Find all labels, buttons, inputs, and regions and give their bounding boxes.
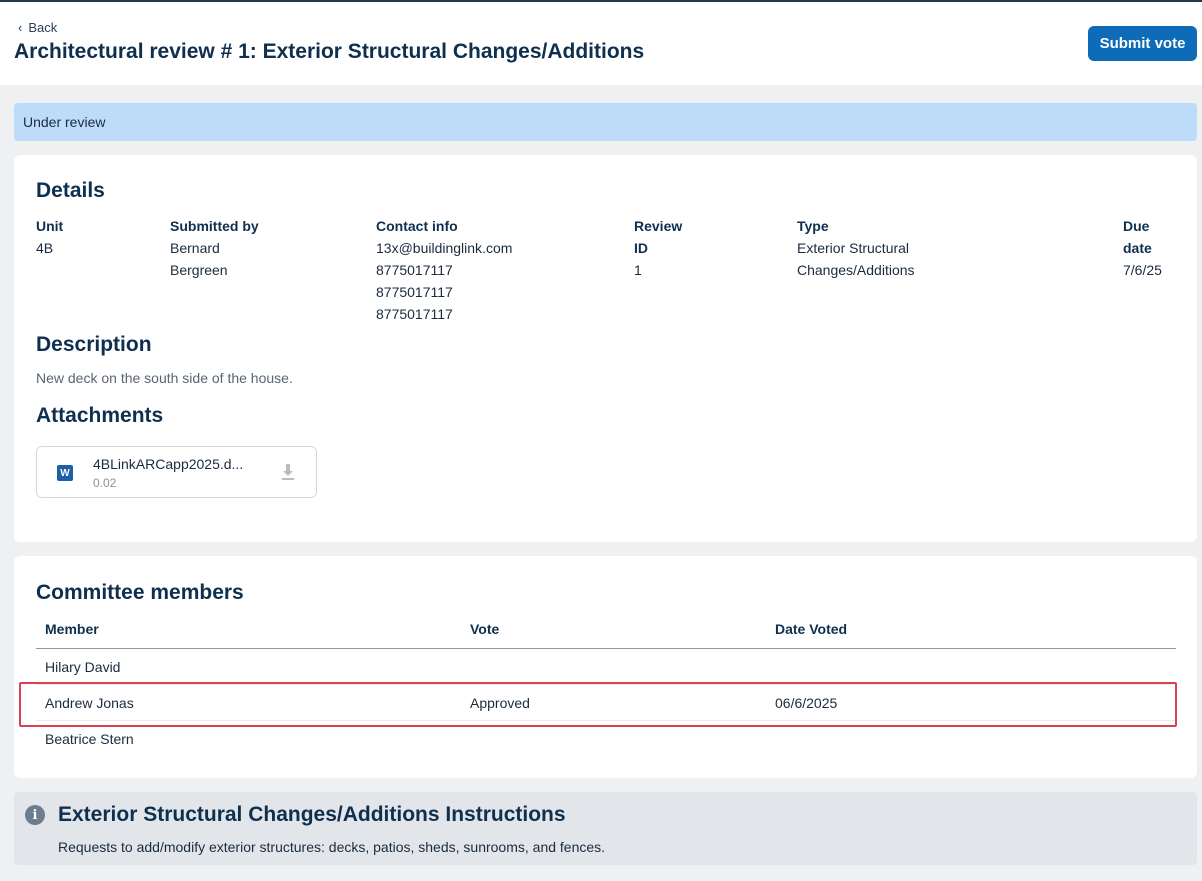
attachment-item[interactable]: W 4BLinkARCapp2025.d... 0.02 (36, 446, 317, 498)
page-header: ‹ Back Architectural review # 1: Exterio… (0, 2, 1202, 85)
submitted-by-line: Bergreen (170, 262, 228, 278)
instructions-panel: i Exterior Structural Changes/Additions … (14, 792, 1197, 865)
due-date-label: date (1123, 240, 1152, 256)
committee-table: Member Vote Date Voted Hilary David Andr… (36, 613, 1176, 757)
submit-vote-button[interactable]: Submit vote (1088, 26, 1197, 61)
download-icon[interactable] (279, 462, 297, 482)
column-header-vote: Vote (470, 621, 500, 637)
unit-value: 4B (36, 240, 54, 256)
instructions-text: Requests to add/modify exterior structur… (58, 839, 606, 855)
review-id-label: ID (634, 240, 648, 256)
details-card: Details Unit 4B Submitted by Bernard Ber… (14, 155, 1197, 542)
type-line: Exterior Structural (797, 240, 910, 256)
chevron-left-icon: ‹ (18, 20, 23, 35)
back-label: Back (28, 20, 58, 35)
review-id-label: Review (634, 218, 683, 234)
unit-column: Unit 4B (36, 215, 63, 259)
attachment-file-size: 0.02 (93, 476, 117, 490)
table-row[interactable]: Andrew Jonas Approved 06/6/2025 (36, 685, 1176, 721)
submitted-by-column: Submitted by Bernard Bergreen (170, 215, 259, 281)
info-icon: i (25, 805, 45, 825)
type-line: Changes/Additions (797, 262, 915, 278)
instructions-title: Exterior Structural Changes/Additions In… (58, 803, 566, 826)
table-row[interactable]: Hilary David (36, 649, 1176, 685)
page-title: Architectural review # 1: Exterior Struc… (14, 40, 645, 63)
attachment-file-name: 4BLinkARCapp2025.d... (93, 456, 244, 472)
attachments-title: Attachments (36, 404, 164, 427)
status-banner: Under review (14, 103, 1197, 141)
back-link[interactable]: ‹ Back (18, 20, 57, 35)
contact-email: 13x@buildinglink.com (376, 240, 513, 256)
due-date-value: 7/6/25 (1123, 262, 1162, 278)
due-date-column: Due date 7/6/25 (1123, 215, 1162, 281)
type-label: Type (797, 218, 829, 234)
column-header-member: Member (45, 621, 99, 637)
committee-card: Committee members Member Vote Date Voted… (14, 556, 1197, 778)
review-id-value: 1 (634, 262, 642, 278)
description-title: Description (36, 333, 152, 356)
member-date-voted: 06/6/2025 (775, 695, 838, 711)
word-doc-icon: W (57, 465, 73, 481)
contact-phone: 8775017117 (376, 262, 453, 278)
member-vote: Approved (470, 695, 530, 711)
column-header-date-voted: Date Voted (775, 621, 848, 637)
description-text: New deck on the south side of the house. (36, 370, 293, 386)
contact-phone: 8775017117 (376, 284, 453, 300)
status-text: Under review (23, 114, 106, 130)
contact-label: Contact info (376, 218, 458, 234)
type-column: Type Exterior Structural Changes/Additio… (797, 215, 915, 281)
review-id-column: Review ID 1 (634, 215, 682, 281)
contact-column: Contact info 13x@buildinglink.com 877501… (376, 215, 512, 325)
unit-label: Unit (36, 218, 64, 234)
submitted-by-line: Bernard (170, 240, 220, 256)
member-name: Hilary David (45, 659, 121, 675)
contact-phone: 8775017117 (376, 306, 453, 322)
member-name: Beatrice Stern (45, 731, 134, 747)
submitted-by-label: Submitted by (170, 218, 259, 234)
details-title: Details (36, 179, 105, 202)
due-date-label: Due (1123, 218, 1150, 234)
committee-title: Committee members (36, 581, 244, 604)
member-name: Andrew Jonas (45, 695, 134, 711)
table-header: Member Vote Date Voted (36, 613, 1176, 649)
table-row[interactable]: Beatrice Stern (36, 721, 1176, 757)
